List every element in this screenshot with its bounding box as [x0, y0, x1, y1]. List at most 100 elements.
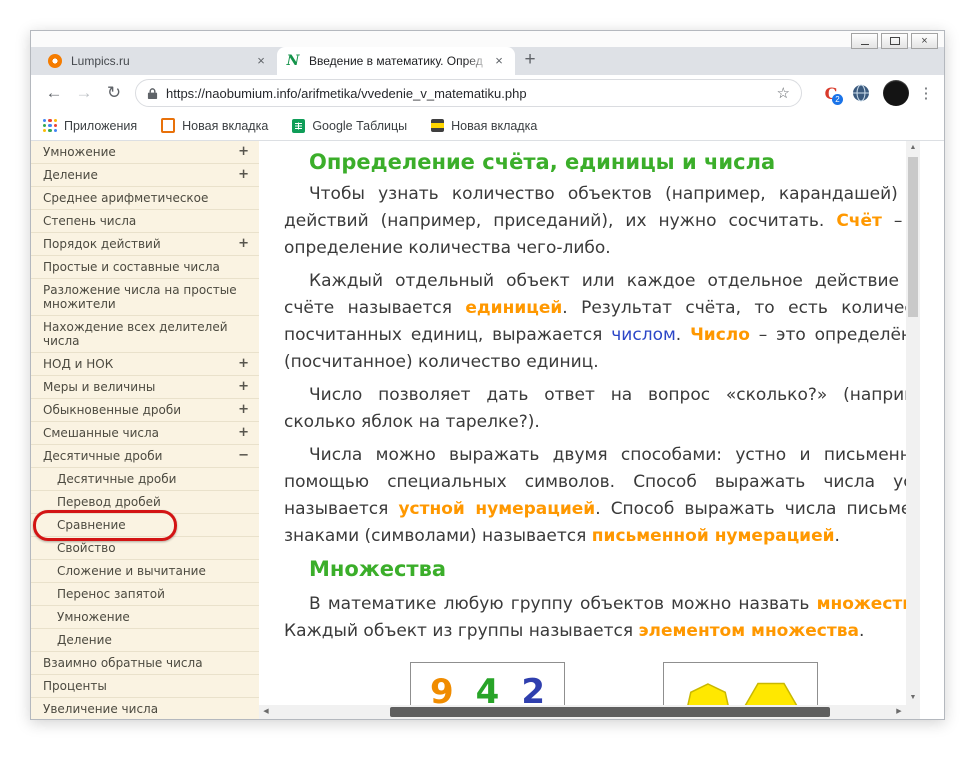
content-viewport: Определение счёта, единицы и числа Чтобы… — [259, 141, 906, 705]
tab-active-vvedenie[interactable]: N Введение в математику. Опред × — [277, 47, 515, 75]
url-text[interactable]: https://naobumium.info/arifmetika/vveden… — [166, 86, 769, 101]
horizontal-scrollbar[interactable]: ◀ ▶ — [259, 705, 906, 719]
sidebar-item[interactable]: Смешанные числа + — [31, 422, 259, 445]
sidebar-item[interactable]: НОД и НОК + — [31, 353, 259, 376]
sidebar-item[interactable]: Умножение + — [31, 141, 259, 164]
highlighted-term: Счёт — [836, 211, 882, 231]
sidebar-item[interactable]: Деление + — [31, 164, 259, 187]
sidebar-item-label: Умножение — [43, 145, 116, 159]
expand-plus-icon[interactable]: + — [238, 357, 249, 371]
digit-nine: 9 — [429, 672, 454, 705]
sidebar-item[interactable]: Взаимно обратные числа — [31, 652, 259, 675]
expand-plus-icon[interactable]: + — [238, 145, 249, 159]
sidebar-item[interactable]: Умножение — [31, 606, 259, 629]
close-icon: × — [921, 35, 928, 47]
sidebar-item[interactable]: Степень числа — [31, 210, 259, 233]
sidebar-item-label: Сравнение — [57, 518, 126, 532]
sidebar-item-label: Среднее арифметическое — [43, 191, 209, 205]
sidebar-item-label: Десятичные дроби — [57, 472, 177, 486]
bookmark-star-icon[interactable]: ☆ — [777, 84, 790, 102]
bookmark-new-tab-2[interactable]: Новая вкладка — [431, 119, 537, 133]
back-icon[interactable]: ← — [39, 78, 69, 108]
text-run: Чтобы узнать количество объектов (наприм… — [284, 184, 906, 231]
sidebar-item-label: Нахождение всех делителей числа — [43, 320, 228, 348]
highlighted-term: множеством — [816, 594, 906, 614]
sidebar-item[interactable]: Среднее арифметическое — [31, 187, 259, 210]
maximize-icon — [889, 37, 900, 45]
minimize-button[interactable] — [851, 33, 878, 49]
chrome-menu-icon[interactable]: ⋮ — [916, 84, 936, 102]
expand-plus-icon[interactable]: + — [238, 403, 249, 417]
sidebar-item[interactable]: Простые и составные числа — [31, 256, 259, 279]
extension-c-icon[interactable]: C 2 — [819, 81, 843, 105]
new-tab-button[interactable]: + — [515, 47, 545, 75]
address-bar[interactable]: https://naobumium.info/arifmetika/vveden… — [135, 79, 802, 107]
maximize-button[interactable] — [881, 33, 908, 49]
profile-avatar[interactable] — [883, 80, 909, 106]
tab-close-icon[interactable]: × — [491, 53, 507, 69]
collapse-minus-icon[interactable]: − — [238, 449, 249, 463]
expand-plus-icon[interactable]: + — [238, 168, 249, 182]
close-button[interactable]: × — [911, 33, 938, 49]
tab-title: Введение в математику. Опред — [309, 54, 491, 68]
inline-link[interactable]: числом — [611, 325, 676, 345]
sidebar-item[interactable]: Десятичные дроби − — [31, 445, 259, 468]
tab-strip: Lumpics.ru × N Введение в математику. Оп… — [31, 47, 944, 75]
sidebar-item[interactable]: Обыкновенные дроби + — [31, 399, 259, 422]
apps-label: Приложения — [64, 118, 138, 133]
expand-plus-icon[interactable]: + — [238, 380, 249, 394]
sidebar-item-label: Порядок действий — [43, 237, 161, 251]
scrollbar-corner — [906, 705, 920, 719]
sidebar-item-label: Увеличение числа — [43, 702, 159, 716]
apps-shortcut[interactable]: Приложения — [43, 118, 138, 133]
text-run: . — [858, 621, 865, 641]
sidebar-item-label: Обыкновенные дроби — [43, 403, 182, 417]
vertical-scrollbar[interactable]: ▲ ▼ — [906, 141, 920, 705]
window-titlebar: × — [31, 31, 944, 49]
sidebar-item[interactable]: Перенос запятой — [31, 583, 259, 606]
sidebar-item[interactable]: Деление — [31, 629, 259, 652]
tab-title: Lumpics.ru — [71, 54, 253, 68]
sidebar-item[interactable]: Порядок действий + — [31, 233, 259, 256]
bookmark-google-sheets[interactable]: Google Таблицы — [292, 118, 407, 133]
expand-plus-icon[interactable]: + — [238, 426, 249, 440]
tab-lumpics[interactable]: Lumpics.ru × — [39, 47, 277, 75]
scroll-right-icon[interactable]: ▶ — [892, 705, 906, 719]
digit-two: 2 — [521, 672, 545, 705]
article: Определение счёта, единицы и числа Чтобы… — [259, 141, 906, 705]
sidebar-item[interactable]: Проценты — [31, 675, 259, 698]
sidebar-item[interactable]: Десятичные дроби — [31, 468, 259, 491]
bookmark-new-tab-1[interactable]: Новая вкладка — [161, 118, 268, 133]
tab-close-icon[interactable]: × — [253, 53, 269, 69]
vertical-scrollbar-thumb[interactable] — [908, 157, 918, 317]
sidebar-item-label: Проценты — [43, 679, 107, 693]
extension-badge: 2 — [832, 94, 843, 105]
extension-globe-icon[interactable] — [849, 81, 873, 105]
highlighted-term: Число — [690, 325, 750, 345]
sidebar-item[interactable]: Свойство — [31, 537, 259, 560]
horizontal-scrollbar-thumb[interactable] — [390, 707, 830, 717]
reload-icon[interactable]: ↻ — [99, 78, 129, 108]
sidebar-item[interactable]: Нахождение всех делителей числа — [31, 316, 259, 353]
sidebar-item[interactable]: Перевод дробей — [31, 491, 259, 514]
scroll-left-icon[interactable]: ◀ — [259, 705, 273, 719]
expand-plus-icon[interactable]: + — [238, 237, 249, 251]
sidebar-item[interactable]: Меры и величины + — [31, 376, 259, 399]
text-run: . — [834, 526, 840, 546]
sidebar-item-label: Простые и составные числа — [43, 260, 220, 274]
sidebar-item-label: Деление — [43, 168, 98, 182]
shapes-figure — [663, 662, 818, 705]
sidebar-item[interactable]: Увеличение числа — [31, 698, 259, 719]
scroll-down-icon[interactable]: ▼ — [906, 691, 920, 705]
paragraph-numeration: Числа можно выражать двумя способами: ус… — [284, 442, 906, 550]
forward-icon[interactable]: → — [69, 78, 99, 108]
text-run: В математике любую группу объектов можно… — [309, 594, 817, 614]
sidebar-item[interactable]: Разложение числа на простые множители — [31, 279, 259, 316]
sidebar-item-label: Взаимно обратные числа — [43, 656, 203, 670]
bookmark-label: Новая вкладка — [182, 118, 269, 133]
sidebar-item-label: Степень числа — [43, 214, 137, 228]
content-frame: Определение счёта, единицы и числа Чтобы… — [259, 141, 920, 719]
sidebar-item[interactable]: Сложение и вычитание — [31, 560, 259, 583]
sidebar-item[interactable]: Сравнение — [31, 510, 259, 541]
scroll-up-icon[interactable]: ▲ — [906, 141, 920, 155]
